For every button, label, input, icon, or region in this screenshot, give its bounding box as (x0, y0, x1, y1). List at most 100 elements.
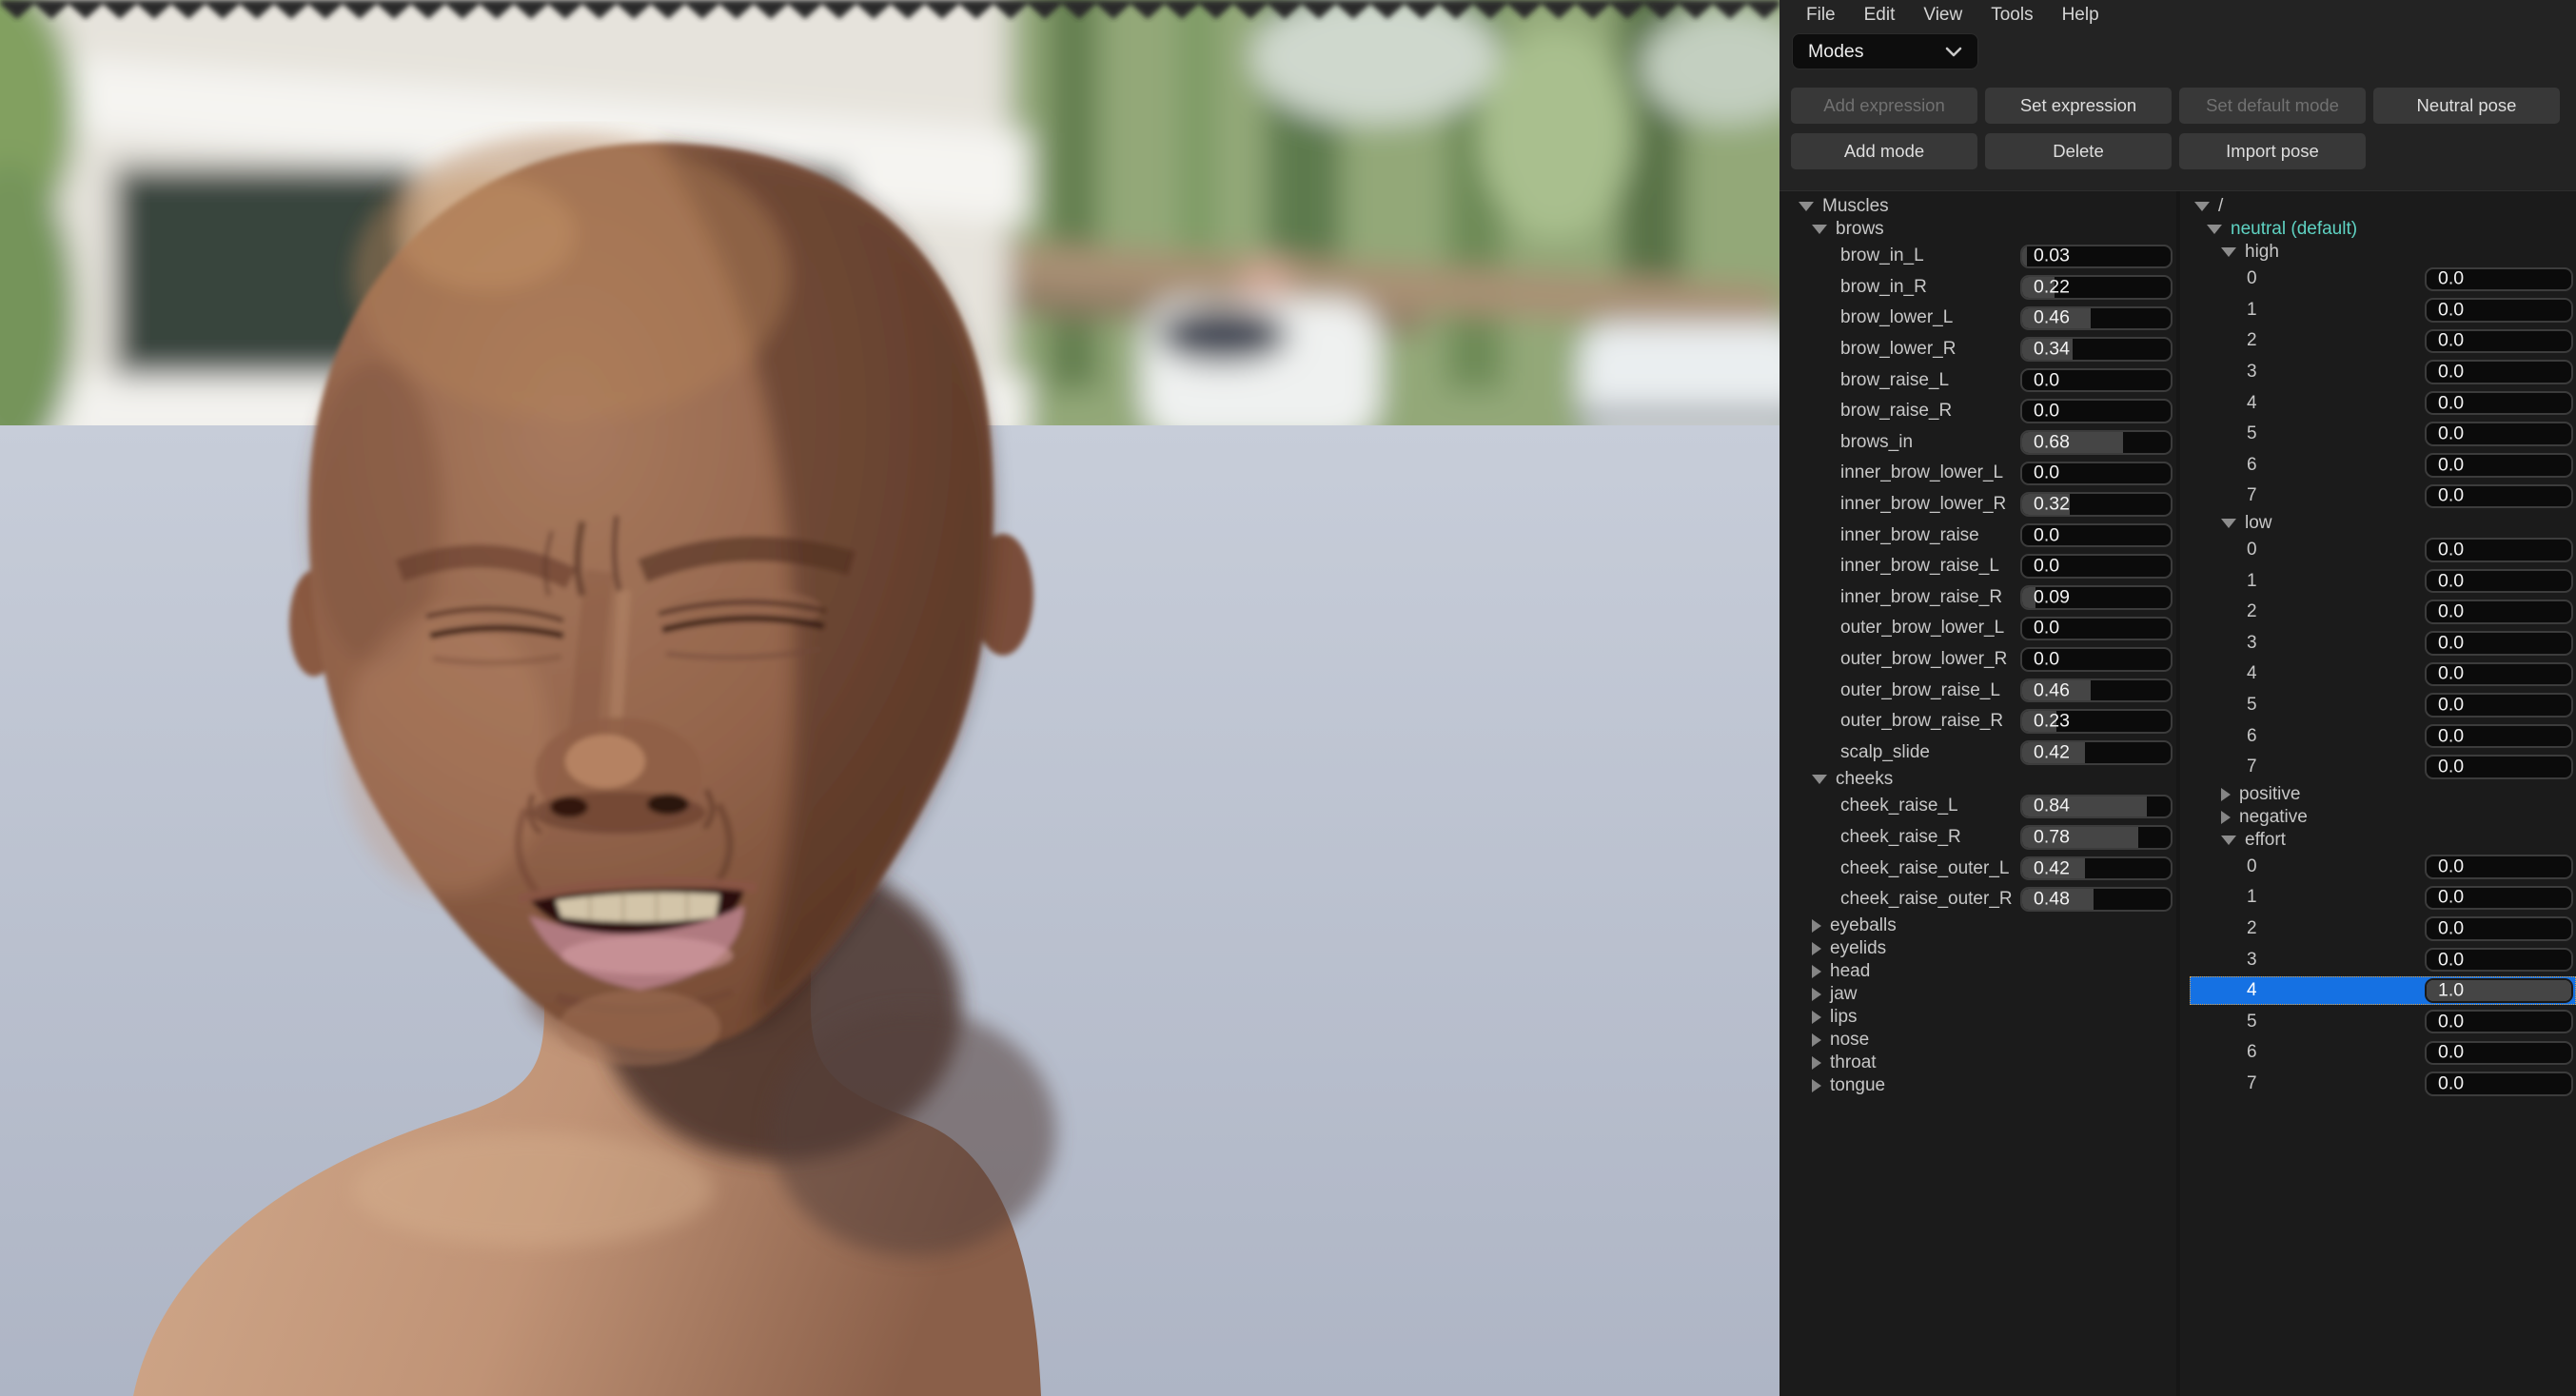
param-row-6[interactable]: 60.0 (2180, 1037, 2576, 1069)
neutral-pose-button[interactable]: Neutral pose (2373, 88, 2560, 124)
collapse-icon[interactable] (1812, 775, 1827, 784)
param-row-outer-brow-lower-l[interactable]: outer_brow_lower_L0.0 (1780, 613, 2177, 644)
expand-icon[interactable] (1812, 1011, 1821, 1024)
value-slider[interactable]: 0.0 (2425, 855, 2573, 879)
param-row-cheek-raise-outer-r[interactable]: cheek_raise_outer_R0.48 (1780, 884, 2177, 915)
param-row-inner-brow-raise[interactable]: inner_brow_raise0.0 (1780, 520, 2177, 551)
collapse-icon[interactable] (2221, 836, 2236, 845)
value-slider[interactable]: 0.09 (2020, 585, 2173, 610)
param-row-3[interactable]: 30.0 (2180, 628, 2576, 659)
value-slider[interactable]: 0.23 (2020, 709, 2173, 734)
import-pose-button[interactable]: Import pose (2179, 133, 2366, 169)
value-slider[interactable]: 0.0 (2425, 422, 2573, 446)
value-slider[interactable]: 0.0 (2425, 886, 2573, 911)
expand-icon[interactable] (1812, 988, 1821, 1001)
tree-group-root[interactable]: / (2180, 195, 2576, 218)
param-row-brows-in[interactable]: brows_in0.68 (1780, 427, 2177, 459)
param-row-5[interactable]: 50.0 (2180, 419, 2576, 450)
value-slider[interactable]: 0.0 (2425, 755, 2573, 779)
collapse-icon[interactable] (1812, 225, 1827, 234)
3d-viewport[interactable] (0, 0, 1780, 1396)
param-row-7[interactable]: 70.0 (2180, 1069, 2576, 1100)
param-row-2[interactable]: 20.0 (2180, 914, 2576, 945)
param-row-3[interactable]: 30.0 (2180, 357, 2576, 388)
param-row-inner-brow-raise-l[interactable]: inner_brow_raise_L0.0 (1780, 551, 2177, 582)
value-slider[interactable]: 0.0 (2425, 948, 2573, 973)
tree-group-head[interactable]: head (1780, 960, 2177, 983)
value-slider[interactable]: 0.0 (2020, 617, 2173, 641)
param-row-4[interactable]: 41.0 (2180, 975, 2576, 1007)
value-slider[interactable]: 0.0 (2425, 538, 2573, 562)
value-slider[interactable]: 0.48 (2020, 887, 2173, 912)
param-row-5[interactable]: 50.0 (2180, 1006, 2576, 1037)
expand-icon[interactable] (1812, 965, 1821, 978)
param-row-7[interactable]: 70.0 (2180, 752, 2576, 783)
expand-icon[interactable] (1812, 1033, 1821, 1047)
value-slider[interactable]: 0.0 (2020, 368, 2173, 393)
value-slider[interactable]: 0.0 (2425, 453, 2573, 478)
value-slider[interactable]: 0.0 (2425, 1072, 2573, 1096)
param-row-cheek-raise-l[interactable]: cheek_raise_L0.84 (1780, 791, 2177, 822)
add-expression-button[interactable]: Add expression (1791, 88, 1977, 124)
param-row-inner-brow-raise-r[interactable]: inner_brow_raise_R0.09 (1780, 582, 2177, 614)
value-slider[interactable]: 0.0 (2425, 329, 2573, 354)
delete-button[interactable]: Delete (1985, 133, 2172, 169)
menu-help[interactable]: Help (2048, 5, 2114, 26)
tree-group-negative[interactable]: negative (2180, 806, 2576, 829)
tree-group-eyelids[interactable]: eyelids (1780, 937, 2177, 960)
param-row-brow-in-l[interactable]: brow_in_L0.03 (1780, 241, 2177, 272)
value-slider[interactable]: 0.0 (2425, 267, 2573, 292)
param-row-6[interactable]: 60.0 (2180, 720, 2576, 752)
collapse-icon[interactable] (2207, 225, 2222, 234)
collapse-icon[interactable] (2221, 247, 2236, 257)
value-slider[interactable]: 0.0 (2425, 569, 2573, 594)
collapse-icon[interactable] (2194, 202, 2210, 211)
value-slider[interactable]: 0.78 (2020, 825, 2173, 850)
value-slider[interactable]: 0.0 (2425, 600, 2573, 624)
param-row-0[interactable]: 00.0 (2180, 264, 2576, 295)
value-slider[interactable]: 0.0 (2425, 360, 2573, 384)
tree-group-throat[interactable]: throat (1780, 1052, 2177, 1074)
param-row-inner-brow-lower-r[interactable]: inner_brow_lower_R0.32 (1780, 489, 2177, 521)
param-row-outer-brow-lower-r[interactable]: outer_brow_lower_R0.0 (1780, 644, 2177, 676)
value-slider[interactable]: 0.0 (2020, 462, 2173, 486)
expand-icon[interactable] (1812, 942, 1821, 955)
tree-group-lips[interactable]: lips (1780, 1006, 2177, 1029)
param-row-0[interactable]: 00.0 (2180, 535, 2576, 566)
param-row-scalp-slide[interactable]: scalp_slide0.42 (1780, 737, 2177, 769)
tree-group-jaw[interactable]: jaw (1780, 983, 2177, 1006)
expand-icon[interactable] (1812, 1079, 1821, 1092)
value-slider[interactable]: 0.0 (2425, 484, 2573, 509)
param-row-brow-lower-l[interactable]: brow_lower_L0.46 (1780, 303, 2177, 334)
param-row-1[interactable]: 10.0 (2180, 295, 2576, 326)
param-row-4[interactable]: 40.0 (2180, 659, 2576, 690)
value-slider[interactable]: 0.0 (2020, 554, 2173, 579)
expand-icon[interactable] (2221, 811, 2231, 824)
value-slider[interactable]: 0.46 (2020, 306, 2173, 331)
set-default-mode-button[interactable]: Set default mode (2179, 88, 2366, 124)
param-row-6[interactable]: 60.0 (2180, 450, 2576, 482)
add-mode-button[interactable]: Add mode (1791, 133, 1977, 169)
value-slider[interactable]: 0.0 (2425, 1010, 2573, 1034)
param-row-brow-lower-r[interactable]: brow_lower_R0.34 (1780, 334, 2177, 365)
menu-file[interactable]: File (1792, 5, 1850, 26)
collapse-icon[interactable] (1799, 202, 1814, 211)
tree-group-nose[interactable]: nose (1780, 1029, 2177, 1052)
value-slider[interactable]: 0.0 (2425, 298, 2573, 323)
tree-group-eyeballs[interactable]: eyeballs (1780, 914, 2177, 937)
param-row-brow-raise-l[interactable]: brow_raise_L0.0 (1780, 364, 2177, 396)
param-row-0[interactable]: 00.0 (2180, 852, 2576, 883)
value-slider[interactable]: 0.0 (2425, 693, 2573, 718)
collapse-icon[interactable] (2221, 519, 2236, 528)
menu-tools[interactable]: Tools (1976, 5, 2047, 26)
value-slider[interactable]: 0.68 (2020, 430, 2173, 455)
value-slider[interactable]: 0.84 (2020, 795, 2173, 819)
value-slider[interactable]: 0.0 (2425, 1041, 2573, 1066)
set-expression-button[interactable]: Set expression (1985, 88, 2172, 124)
tree-group-muscles[interactable]: Muscles (1780, 195, 2177, 218)
tree-group-cheeks[interactable]: cheeks (1780, 768, 2177, 791)
param-row-3[interactable]: 30.0 (2180, 944, 2576, 975)
value-slider[interactable]: 0.46 (2020, 678, 2173, 703)
param-row-inner-brow-lower-l[interactable]: inner_brow_lower_L0.0 (1780, 458, 2177, 489)
tree-group-low[interactable]: low (2180, 512, 2576, 535)
